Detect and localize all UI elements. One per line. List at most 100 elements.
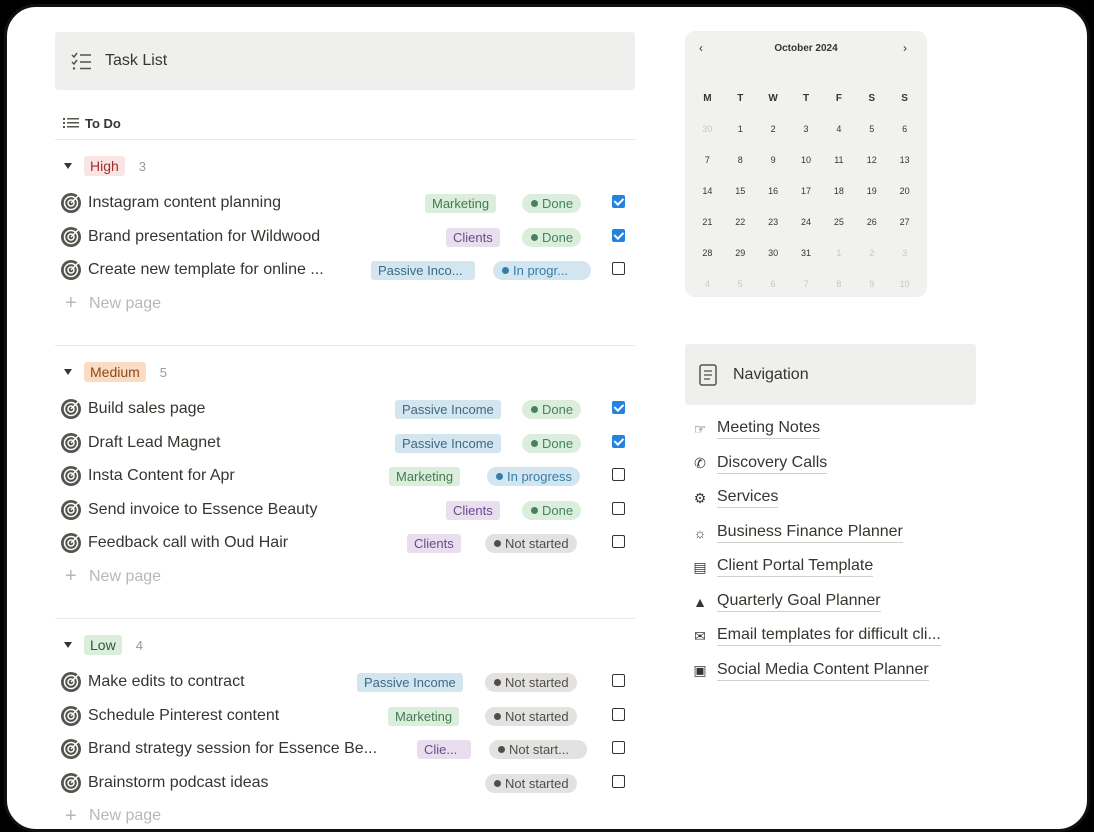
task-row[interactable]: Send invoice to Essence Beauty Clients D… — [55, 493, 635, 527]
nav-link-label[interactable]: Quarterly Goal Planner — [717, 592, 881, 612]
task-checkbox[interactable] — [612, 228, 625, 242]
new-page-button[interactable]: + New page — [55, 287, 635, 321]
calendar-day[interactable]: 21 — [691, 207, 724, 238]
calendar-day[interactable]: 3 — [790, 114, 823, 145]
task-row[interactable]: Brand strategy session for Essence Be...… — [55, 732, 635, 766]
task-row[interactable]: Make edits to contract Passive Income No… — [55, 665, 635, 699]
calendar-day[interactable]: 6 — [888, 114, 921, 145]
task-name[interactable]: Build sales page — [88, 400, 205, 418]
calendar-day[interactable]: 15 — [724, 176, 757, 207]
task-checkbox[interactable] — [612, 262, 625, 275]
calendar-day[interactable]: 14 — [691, 176, 724, 207]
calendar-day[interactable]: 12 — [855, 145, 888, 176]
task-row[interactable]: Feedback call with Oud Hair Clients Not … — [55, 526, 635, 560]
task-row[interactable]: Draft Lead Magnet Passive Income Done — [55, 426, 635, 460]
nav-link-label[interactable]: Social Media Content Planner — [717, 661, 929, 681]
calendar-day[interactable]: 27 — [888, 207, 921, 238]
calendar-day[interactable]: 9 — [757, 145, 790, 176]
group-header[interactable]: High 3 — [55, 146, 635, 186]
task-row[interactable]: Insta Content for Apr Marketing In progr… — [55, 459, 635, 493]
collapse-triangle-icon[interactable] — [64, 642, 72, 648]
calendar-day[interactable]: 10 — [888, 269, 921, 300]
calendar-day[interactable]: 4 — [822, 114, 855, 145]
task-checkbox[interactable] — [612, 468, 625, 481]
calendar-day[interactable]: 23 — [757, 207, 790, 238]
task-checkbox[interactable] — [612, 535, 625, 548]
nav-link-email-templates[interactable]: ✉ Email templates for difficult cli... — [689, 619, 979, 654]
nav-link-business-finance[interactable]: ☼ Business Finance Planner — [689, 516, 979, 551]
nav-link-label[interactable]: Business Finance Planner — [717, 523, 903, 543]
task-name[interactable]: Make edits to contract — [88, 673, 245, 691]
task-name[interactable]: Draft Lead Magnet — [88, 434, 221, 452]
calendar-day[interactable]: 16 — [757, 176, 790, 207]
calendar-day[interactable]: 6 — [757, 269, 790, 300]
calendar-day[interactable]: 13 — [888, 145, 921, 176]
task-checkbox[interactable] — [612, 741, 625, 754]
calendar-day[interactable]: 31 — [790, 238, 823, 269]
nav-link-meeting-notes[interactable]: ☞ Meeting Notes — [689, 412, 979, 447]
view-tab-todo[interactable]: To Do — [55, 107, 635, 140]
calendar-day[interactable]: 8 — [822, 269, 855, 300]
calendar-day[interactable]: 2 — [757, 114, 790, 145]
nav-link-services[interactable]: ⚙ Services — [689, 481, 979, 516]
calendar-day[interactable]: 22 — [724, 207, 757, 238]
nav-link-label[interactable]: Services — [717, 488, 779, 509]
calendar-day[interactable]: 29 — [724, 238, 757, 269]
group-header[interactable]: Medium 5 — [55, 352, 635, 392]
calendar-day[interactable]: 4 — [691, 269, 724, 300]
calendar-day[interactable]: 17 — [790, 176, 823, 207]
calendar-day[interactable]: 20 — [888, 176, 921, 207]
calendar-day[interactable]: 9 — [855, 269, 888, 300]
task-row[interactable]: Brainstorm podcast ideas Not started — [55, 766, 635, 800]
nav-link-quarterly-goals[interactable]: ▲ Quarterly Goal Planner — [689, 585, 979, 620]
calendar-day[interactable]: 5 — [855, 114, 888, 145]
task-row[interactable]: Create new template for online ... Passi… — [55, 253, 635, 287]
task-row[interactable]: Build sales page Passive Income Done — [55, 392, 635, 426]
nav-link-label[interactable]: Email templates for difficult cli... — [717, 626, 941, 647]
task-checkbox[interactable] — [612, 401, 625, 414]
task-checkbox[interactable] — [612, 195, 625, 208]
task-name[interactable]: Send invoice to Essence Beauty — [88, 501, 317, 519]
task-name[interactable]: Feedback call with Oud Hair — [88, 534, 288, 552]
calendar-day[interactable]: 11 — [822, 145, 855, 176]
collapse-triangle-icon[interactable] — [64, 369, 72, 375]
task-name[interactable]: Schedule Pinterest content — [88, 707, 279, 725]
calendar-day[interactable]: 5 — [724, 269, 757, 300]
task-name[interactable]: Insta Content for Apr — [88, 467, 235, 485]
nav-link-discovery-calls[interactable]: ✆ Discovery Calls — [689, 447, 979, 482]
new-page-button[interactable]: + New page — [55, 799, 635, 829]
task-row[interactable]: Schedule Pinterest content Marketing Not… — [55, 699, 635, 733]
nav-link-client-portal[interactable]: ▤ Client Portal Template — [689, 550, 979, 585]
calendar-day[interactable]: 26 — [855, 207, 888, 238]
nav-link-label[interactable]: Discovery Calls — [717, 454, 828, 474]
calendar-day[interactable]: 8 — [724, 145, 757, 176]
task-name[interactable]: Brand strategy session for Essence Be... — [88, 740, 377, 758]
task-checkbox[interactable] — [612, 774, 625, 788]
task-row[interactable]: Instagram content planning Marketing Don… — [55, 186, 635, 220]
task-checkbox[interactable] — [612, 434, 625, 448]
nav-link-label[interactable]: Client Portal Template — [717, 557, 874, 578]
calendar-day[interactable]: 25 — [822, 207, 855, 238]
calendar-day[interactable]: 2 — [855, 238, 888, 269]
task-checkbox[interactable] — [612, 674, 625, 687]
calendar-day[interactable]: 28 — [691, 238, 724, 269]
task-name[interactable]: Brainstorm podcast ideas — [88, 774, 269, 792]
task-row[interactable]: Brand presentation for Wildwood Clients … — [55, 220, 635, 254]
chevron-right-icon[interactable]: › — [903, 41, 907, 55]
task-name[interactable]: Brand presentation for Wildwood — [88, 228, 320, 246]
nav-link-social-media[interactable]: ▣ Social Media Content Planner — [689, 654, 979, 689]
calendar-day[interactable]: 1 — [724, 114, 757, 145]
task-name[interactable]: Create new template for online ... — [88, 261, 324, 279]
calendar-day[interactable]: 7 — [790, 269, 823, 300]
task-checkbox[interactable] — [612, 707, 625, 721]
calendar-day[interactable]: 24 — [790, 207, 823, 238]
calendar-day[interactable]: 18 — [822, 176, 855, 207]
nav-link-label[interactable]: Meeting Notes — [717, 419, 821, 440]
group-header[interactable]: Low 4 — [55, 625, 635, 665]
calendar-day[interactable]: 19 — [855, 176, 888, 207]
calendar-day[interactable]: 30 — [757, 238, 790, 269]
calendar-day[interactable]: 30 — [691, 114, 724, 145]
collapse-triangle-icon[interactable] — [64, 163, 72, 169]
task-name[interactable]: Instagram content planning — [88, 194, 281, 212]
calendar-day[interactable]: 10 — [790, 145, 823, 176]
